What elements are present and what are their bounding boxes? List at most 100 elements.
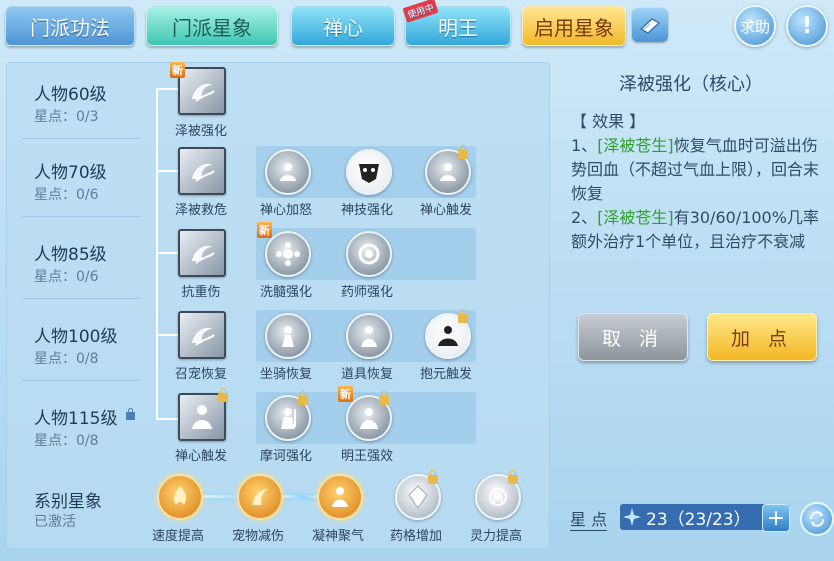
- skill-pet-recover[interactable]: [178, 311, 226, 359]
- lock-icon: [298, 391, 308, 405]
- figure-light-icon: [282, 326, 294, 347]
- tree-line: [156, 170, 178, 172]
- tree-line: [156, 252, 178, 254]
- hand-swirl-icon: [192, 163, 215, 182]
- skill-chanxin-anger[interactable]: [265, 149, 311, 195]
- skill-label: 泽被救危: [174, 203, 227, 218]
- skill-label: 泽被强化: [174, 124, 227, 139]
- skill-label: 药师强化: [340, 285, 393, 300]
- add-point-button[interactable]: 加 点: [707, 313, 817, 361]
- star-tree-panel: [6, 62, 550, 549]
- help-button[interactable]: 求助: [734, 5, 776, 47]
- monk-meditate-icon: [440, 163, 456, 181]
- skill-label: 召宠恢复: [174, 367, 227, 382]
- skill-pharmacist-strengthen[interactable]: [346, 231, 392, 277]
- figure-aura-icon: [361, 326, 377, 347]
- refresh-icon[interactable]: [800, 502, 834, 536]
- flame-icon: [174, 486, 187, 505]
- skill-label: 摩诃强化: [259, 449, 312, 464]
- skill-divine-strengthen[interactable]: [346, 149, 392, 195]
- tab-chanxin[interactable]: 禅心: [291, 6, 395, 46]
- tab-sect-skills[interactable]: 门派功法: [5, 6, 135, 46]
- tab-label: 启用星象: [534, 15, 614, 40]
- detail-description: 【 效果 】 1、[泽被苍生]恢复气血时可溢出伤势回血（不超过气血上限），回合末…: [571, 110, 821, 254]
- in-use-badge: 使用中: [402, 0, 439, 23]
- lock-icon: [428, 470, 438, 484]
- tree-line: [156, 88, 158, 420]
- warrior-icon: [281, 408, 296, 429]
- add-starpoint-button[interactable]: +: [762, 504, 790, 532]
- figure-glow-icon: [332, 487, 348, 507]
- tab-label: 门派功法: [30, 15, 110, 40]
- new-tag: 新: [170, 62, 185, 78]
- monk-meditate-icon: [438, 326, 458, 346]
- skill-label: 道具恢复: [340, 367, 393, 382]
- line-prefix: 1、: [571, 136, 598, 155]
- book-icon[interactable]: [632, 8, 668, 42]
- monk-meditate-icon: [280, 163, 296, 181]
- skill-anti-heavy-wound[interactable]: [178, 229, 226, 277]
- skill-name-highlight: [泽被苍生]: [597, 208, 674, 227]
- skill-item-recover[interactable]: [346, 313, 392, 359]
- monk-meditate-icon: [192, 405, 212, 429]
- tab-mingwang[interactable]: 使用中 明王: [402, 0, 511, 46]
- series-label: 凝神聚气: [311, 529, 364, 544]
- deity-icon: [360, 408, 378, 429]
- skill-zebei-rescue[interactable]: [178, 147, 226, 195]
- effect-line-1: 1、[泽被苍生]恢复气血时可溢出伤势回血（不超过气血上限），回合末恢复: [571, 134, 821, 206]
- effect-header: 【 效果 】: [571, 112, 646, 131]
- skill-label: 禅心触发: [174, 449, 227, 464]
- info-label: !: [801, 13, 813, 39]
- series-title: 系别星象: [34, 492, 102, 512]
- series-pet-damage-reduce[interactable]: [237, 474, 283, 520]
- help-label: 求助: [739, 17, 770, 36]
- tab-sect-stars[interactable]: 门派星象: [146, 6, 278, 46]
- skill-xisui-strengthen[interactable]: [265, 231, 311, 277]
- enable-stars-button[interactable]: 启用星象: [522, 6, 626, 46]
- demon-mask-icon: [359, 164, 379, 183]
- lotus-icon: [276, 242, 300, 266]
- divider: [22, 138, 140, 139]
- tab-label: 门派星象: [172, 15, 252, 40]
- row-level-label: 人物60级: [34, 85, 107, 105]
- lock-icon: [458, 309, 468, 323]
- new-tag: 新: [338, 386, 353, 402]
- skill-label: 坐骑恢复: [259, 367, 312, 382]
- row-level-label: 人物115级: [34, 409, 118, 429]
- effect-line-2: 2、[泽被苍生]有30/60/100%几率额外治疗1个单位，且治疗不衰减: [571, 206, 821, 254]
- claw-icon: [252, 489, 268, 505]
- hand-glow-icon: [489, 488, 507, 506]
- lock-icon: [508, 470, 518, 484]
- skill-zebei-strengthen[interactable]: [178, 67, 226, 115]
- tree-line: [156, 334, 178, 336]
- tree-line: [156, 418, 178, 420]
- row-level-label: 人物100级: [34, 327, 118, 347]
- starpoint-label: 星 点: [570, 506, 608, 531]
- lock-icon: [126, 408, 135, 420]
- series-status: 已激活: [34, 514, 76, 530]
- hand-swirl-icon: [192, 83, 215, 102]
- row-points-label: 星点：0/6: [34, 187, 99, 203]
- skill-label: 明王强效: [340, 449, 393, 464]
- divider: [22, 216, 140, 217]
- series-focus[interactable]: [317, 474, 363, 520]
- lock-icon: [458, 145, 468, 159]
- skill-label: 抱元触发: [419, 367, 472, 382]
- series-label: 药格增加: [389, 529, 442, 544]
- series-label: 宠物减伤: [231, 529, 284, 544]
- cancel-button[interactable]: 取 消: [578, 313, 688, 361]
- lock-icon: [379, 391, 389, 405]
- skill-mount-recover[interactable]: [265, 313, 311, 359]
- divider: [22, 298, 140, 299]
- row-points-label: 星点：0/6: [34, 269, 99, 285]
- series-link: [282, 495, 322, 498]
- hand-swirl-icon: [192, 327, 215, 346]
- info-button[interactable]: !: [786, 5, 828, 47]
- starpoint-value: 23（23/23）: [646, 509, 751, 530]
- row-level-label: 人物85级: [34, 245, 107, 265]
- divider: [22, 380, 140, 381]
- line-prefix: 2、: [571, 208, 598, 227]
- series-speed-up[interactable]: [157, 474, 203, 520]
- tab-label: 明王: [438, 15, 478, 40]
- medicine-disc-icon: [358, 243, 380, 265]
